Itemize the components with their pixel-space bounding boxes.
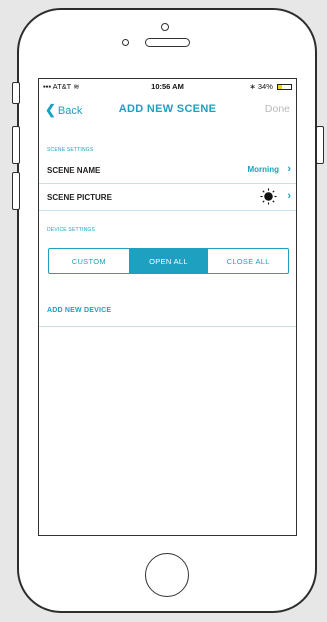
home-button[interactable] bbox=[145, 553, 189, 597]
scene-name-row[interactable]: SCENE NAME Morning › bbox=[39, 157, 296, 184]
segment-open-all[interactable]: OPEN ALL bbox=[128, 249, 209, 273]
add-new-device-label: ADD NEW DEVICE bbox=[47, 307, 112, 314]
earpiece-speaker bbox=[145, 38, 190, 47]
volume-down-button bbox=[12, 172, 20, 210]
front-camera bbox=[161, 23, 169, 31]
battery-icon bbox=[277, 84, 292, 91]
phone-screen: ▪▪▪ AT&T ≋ 10:56 AM ∗ 34% ❮ Back ADD NEW … bbox=[38, 78, 297, 536]
chevron-right-icon: › bbox=[287, 163, 291, 175]
bluetooth-icon: ∗ bbox=[249, 82, 256, 91]
status-bar: ▪▪▪ AT&T ≋ 10:56 AM ∗ 34% bbox=[39, 79, 296, 93]
power-button bbox=[316, 126, 324, 164]
sun-icon bbox=[260, 188, 277, 205]
navigation-bar: ❮ Back ADD NEW SCENE Done bbox=[39, 93, 296, 123]
battery-percent: 34% bbox=[257, 82, 273, 91]
battery-status: ∗ 34% bbox=[249, 82, 292, 91]
scene-name-value: Morning bbox=[247, 165, 279, 174]
proximity-sensor bbox=[122, 39, 129, 46]
done-button[interactable]: Done bbox=[265, 103, 290, 115]
device-mode-segmented-control: CUSTOM OPEN ALL CLOSE ALL bbox=[48, 248, 289, 274]
add-new-device-row[interactable]: ADD NEW DEVICE bbox=[39, 296, 296, 327]
scene-settings-header: SCENE SETTINGS bbox=[47, 147, 94, 153]
scene-picture-label: SCENE PICTURE bbox=[47, 193, 112, 202]
chevron-right-icon: › bbox=[287, 190, 291, 202]
scene-picture-row[interactable]: SCENE PICTURE › bbox=[39, 184, 296, 211]
device-settings-header: DEVICE SETTINGS bbox=[47, 227, 96, 233]
segment-custom[interactable]: CUSTOM bbox=[49, 249, 129, 273]
mute-switch bbox=[12, 82, 20, 104]
page-title: ADD NEW SCENE bbox=[118, 103, 217, 115]
volume-up-button bbox=[12, 126, 20, 164]
scene-name-label: SCENE NAME bbox=[47, 166, 101, 175]
segment-close-all[interactable]: CLOSE ALL bbox=[208, 249, 288, 273]
